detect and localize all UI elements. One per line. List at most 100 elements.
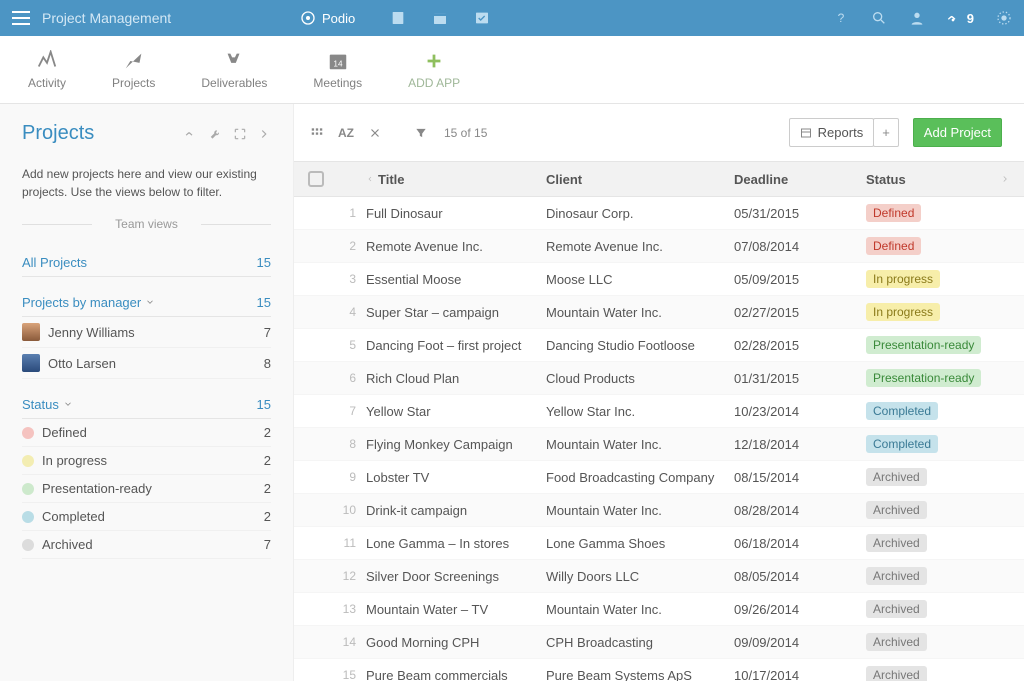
table-row[interactable]: 10Drink-it campaignMountain Water Inc.08… <box>294 494 1024 527</box>
select-all-checkbox[interactable] <box>308 171 324 187</box>
center-icons <box>390 0 490 36</box>
sort-az[interactable]: AZ <box>338 126 354 140</box>
status-filter-row[interactable]: In progress2 <box>22 447 271 475</box>
status-badge: Archived <box>866 567 927 585</box>
projects-by-manager[interactable]: Projects by manager 15 <box>22 289 271 317</box>
table-row[interactable]: 14Good Morning CPHCPH Broadcasting09/09/… <box>294 626 1024 659</box>
team-views-divider: Team views <box>22 217 271 231</box>
calendar-icon[interactable] <box>432 10 448 26</box>
status-filter-row[interactable]: Completed2 <box>22 503 271 531</box>
row-number: 9 <box>342 470 366 484</box>
nav-label: Activity <box>28 76 66 90</box>
table-row[interactable]: 2Remote Avenue Inc.Remote Avenue Inc.07/… <box>294 230 1024 263</box>
table-row[interactable]: 15Pure Beam commercialsPure Beam Systems… <box>294 659 1024 681</box>
brand-logo[interactable]: Podio <box>300 0 355 36</box>
expand-icon[interactable] <box>233 127 247 141</box>
manager-name: Otto Larsen <box>48 356 116 371</box>
svg-text:?: ? <box>837 11 844 25</box>
status-dot <box>22 511 34 523</box>
row-number: 11 <box>342 536 366 550</box>
table-row[interactable]: 3Essential MooseMoose LLC05/09/2015In pr… <box>294 263 1024 296</box>
status-filter-row[interactable]: Presentation-ready2 <box>22 475 271 503</box>
cell-title: Lobster TV <box>366 470 546 485</box>
right-icons: ? 9 <box>833 10 1012 26</box>
status-badge: Defined <box>866 204 921 222</box>
status-section[interactable]: Status 15 <box>22 391 271 419</box>
notifications-button[interactable]: 9 <box>947 10 974 26</box>
col-client[interactable]: Client <box>546 172 734 187</box>
col-status[interactable]: Status <box>866 172 988 187</box>
table-row[interactable]: 7Yellow StarYellow Star Inc.10/23/2014Co… <box>294 395 1024 428</box>
add-project-button[interactable]: Add Project <box>913 118 1002 147</box>
cell-title: Mountain Water – TV <box>366 602 546 617</box>
view-count: 15 <box>257 295 271 310</box>
broadcast-icon[interactable] <box>185 127 199 141</box>
table-row[interactable]: 6Rich Cloud PlanCloud Products01/31/2015… <box>294 362 1024 395</box>
app-nav: Activity Projects Deliverables 14 Meetin… <box>0 36 1024 104</box>
chevron-right-icon[interactable] <box>257 127 271 141</box>
table-row[interactable]: 5Dancing Foot – first projectDancing Stu… <box>294 329 1024 362</box>
tools-icon[interactable] <box>368 126 382 140</box>
table-header: Title Client Deadline Status <box>294 161 1024 197</box>
cell-title: Good Morning CPH <box>366 635 546 650</box>
table-row[interactable]: 9Lobster TVFood Broadcasting Company08/1… <box>294 461 1024 494</box>
nav-add-app[interactable]: ADD APP <box>408 50 460 90</box>
search-icon[interactable] <box>871 10 887 26</box>
cell-deadline: 09/09/2014 <box>734 635 866 650</box>
row-number: 2 <box>342 239 366 253</box>
table-row[interactable]: 8Flying Monkey CampaignMountain Water In… <box>294 428 1024 461</box>
nav-projects[interactable]: Projects <box>112 50 155 90</box>
col-title[interactable]: Title <box>366 172 546 187</box>
workspace-title[interactable]: Project Management <box>42 10 171 26</box>
cell-deadline: 07/08/2014 <box>734 239 866 254</box>
wrench-icon[interactable] <box>209 127 223 141</box>
manager-row[interactable]: Jenny Williams 7 <box>22 317 271 348</box>
filter-icon[interactable] <box>414 126 428 140</box>
layout-icon[interactable] <box>310 126 324 140</box>
status-filter-row[interactable]: Defined2 <box>22 419 271 447</box>
cell-client: Pure Beam Systems ApS <box>546 668 734 681</box>
help-icon[interactable]: ? <box>833 10 849 26</box>
cell-status: Archived <box>866 666 988 681</box>
cell-title: Lone Gamma – In stores <box>366 536 546 551</box>
table-row[interactable]: 1Full DinosaurDinosaur Corp.05/31/2015De… <box>294 197 1024 230</box>
table-row[interactable]: 12Silver Door ScreeningsWilly Doors LLC0… <box>294 560 1024 593</box>
table-row[interactable]: 4Super Star – campaignMountain Water Inc… <box>294 296 1024 329</box>
result-count: 15 of 15 <box>444 126 487 140</box>
cell-client: Moose LLC <box>546 272 734 287</box>
manager-count: 8 <box>264 356 271 371</box>
col-deadline[interactable]: Deadline <box>734 172 866 187</box>
row-number: 5 <box>342 338 366 352</box>
row-number: 13 <box>342 602 366 616</box>
menu-icon[interactable] <box>12 11 30 25</box>
status-badge: Archived <box>866 633 927 651</box>
all-projects-view[interactable]: All Projects 15 <box>22 249 271 277</box>
cell-title: Yellow Star <box>366 404 546 419</box>
reports-button[interactable]: Reports <box>789 118 875 147</box>
status-filter-row[interactable]: Archived7 <box>22 531 271 559</box>
cell-deadline: 08/28/2014 <box>734 503 866 518</box>
nav-activity[interactable]: Activity <box>28 50 66 90</box>
cell-deadline: 01/31/2015 <box>734 371 866 386</box>
manager-name: Jenny Williams <box>48 325 135 340</box>
settings-icon[interactable] <box>996 10 1012 26</box>
cell-title: Dancing Foot – first project <box>366 338 546 353</box>
chevron-down-icon <box>145 297 155 307</box>
manager-count: 7 <box>264 325 271 340</box>
nav-deliverables[interactable]: Deliverables <box>201 50 267 90</box>
table-row[interactable]: 13Mountain Water – TVMountain Water Inc.… <box>294 593 1024 626</box>
cell-status: Completed <box>866 435 988 453</box>
user-icon[interactable] <box>909 10 925 26</box>
view-label: Status <box>22 397 73 412</box>
table-row[interactable]: 11Lone Gamma – In storesLone Gamma Shoes… <box>294 527 1024 560</box>
nav-meetings[interactable]: 14 Meetings <box>313 50 362 90</box>
status-badge: Archived <box>866 534 927 552</box>
manager-row[interactable]: Otto Larsen 8 <box>22 348 271 379</box>
status-count: 2 <box>264 481 271 496</box>
reports-add-button[interactable]: + <box>873 118 899 147</box>
chevron-right-icon[interactable] <box>1000 174 1010 184</box>
contacts-icon[interactable] <box>390 10 406 26</box>
row-number: 12 <box>342 569 366 583</box>
tasks-icon[interactable] <box>474 10 490 26</box>
deliverables-icon <box>223 50 245 72</box>
